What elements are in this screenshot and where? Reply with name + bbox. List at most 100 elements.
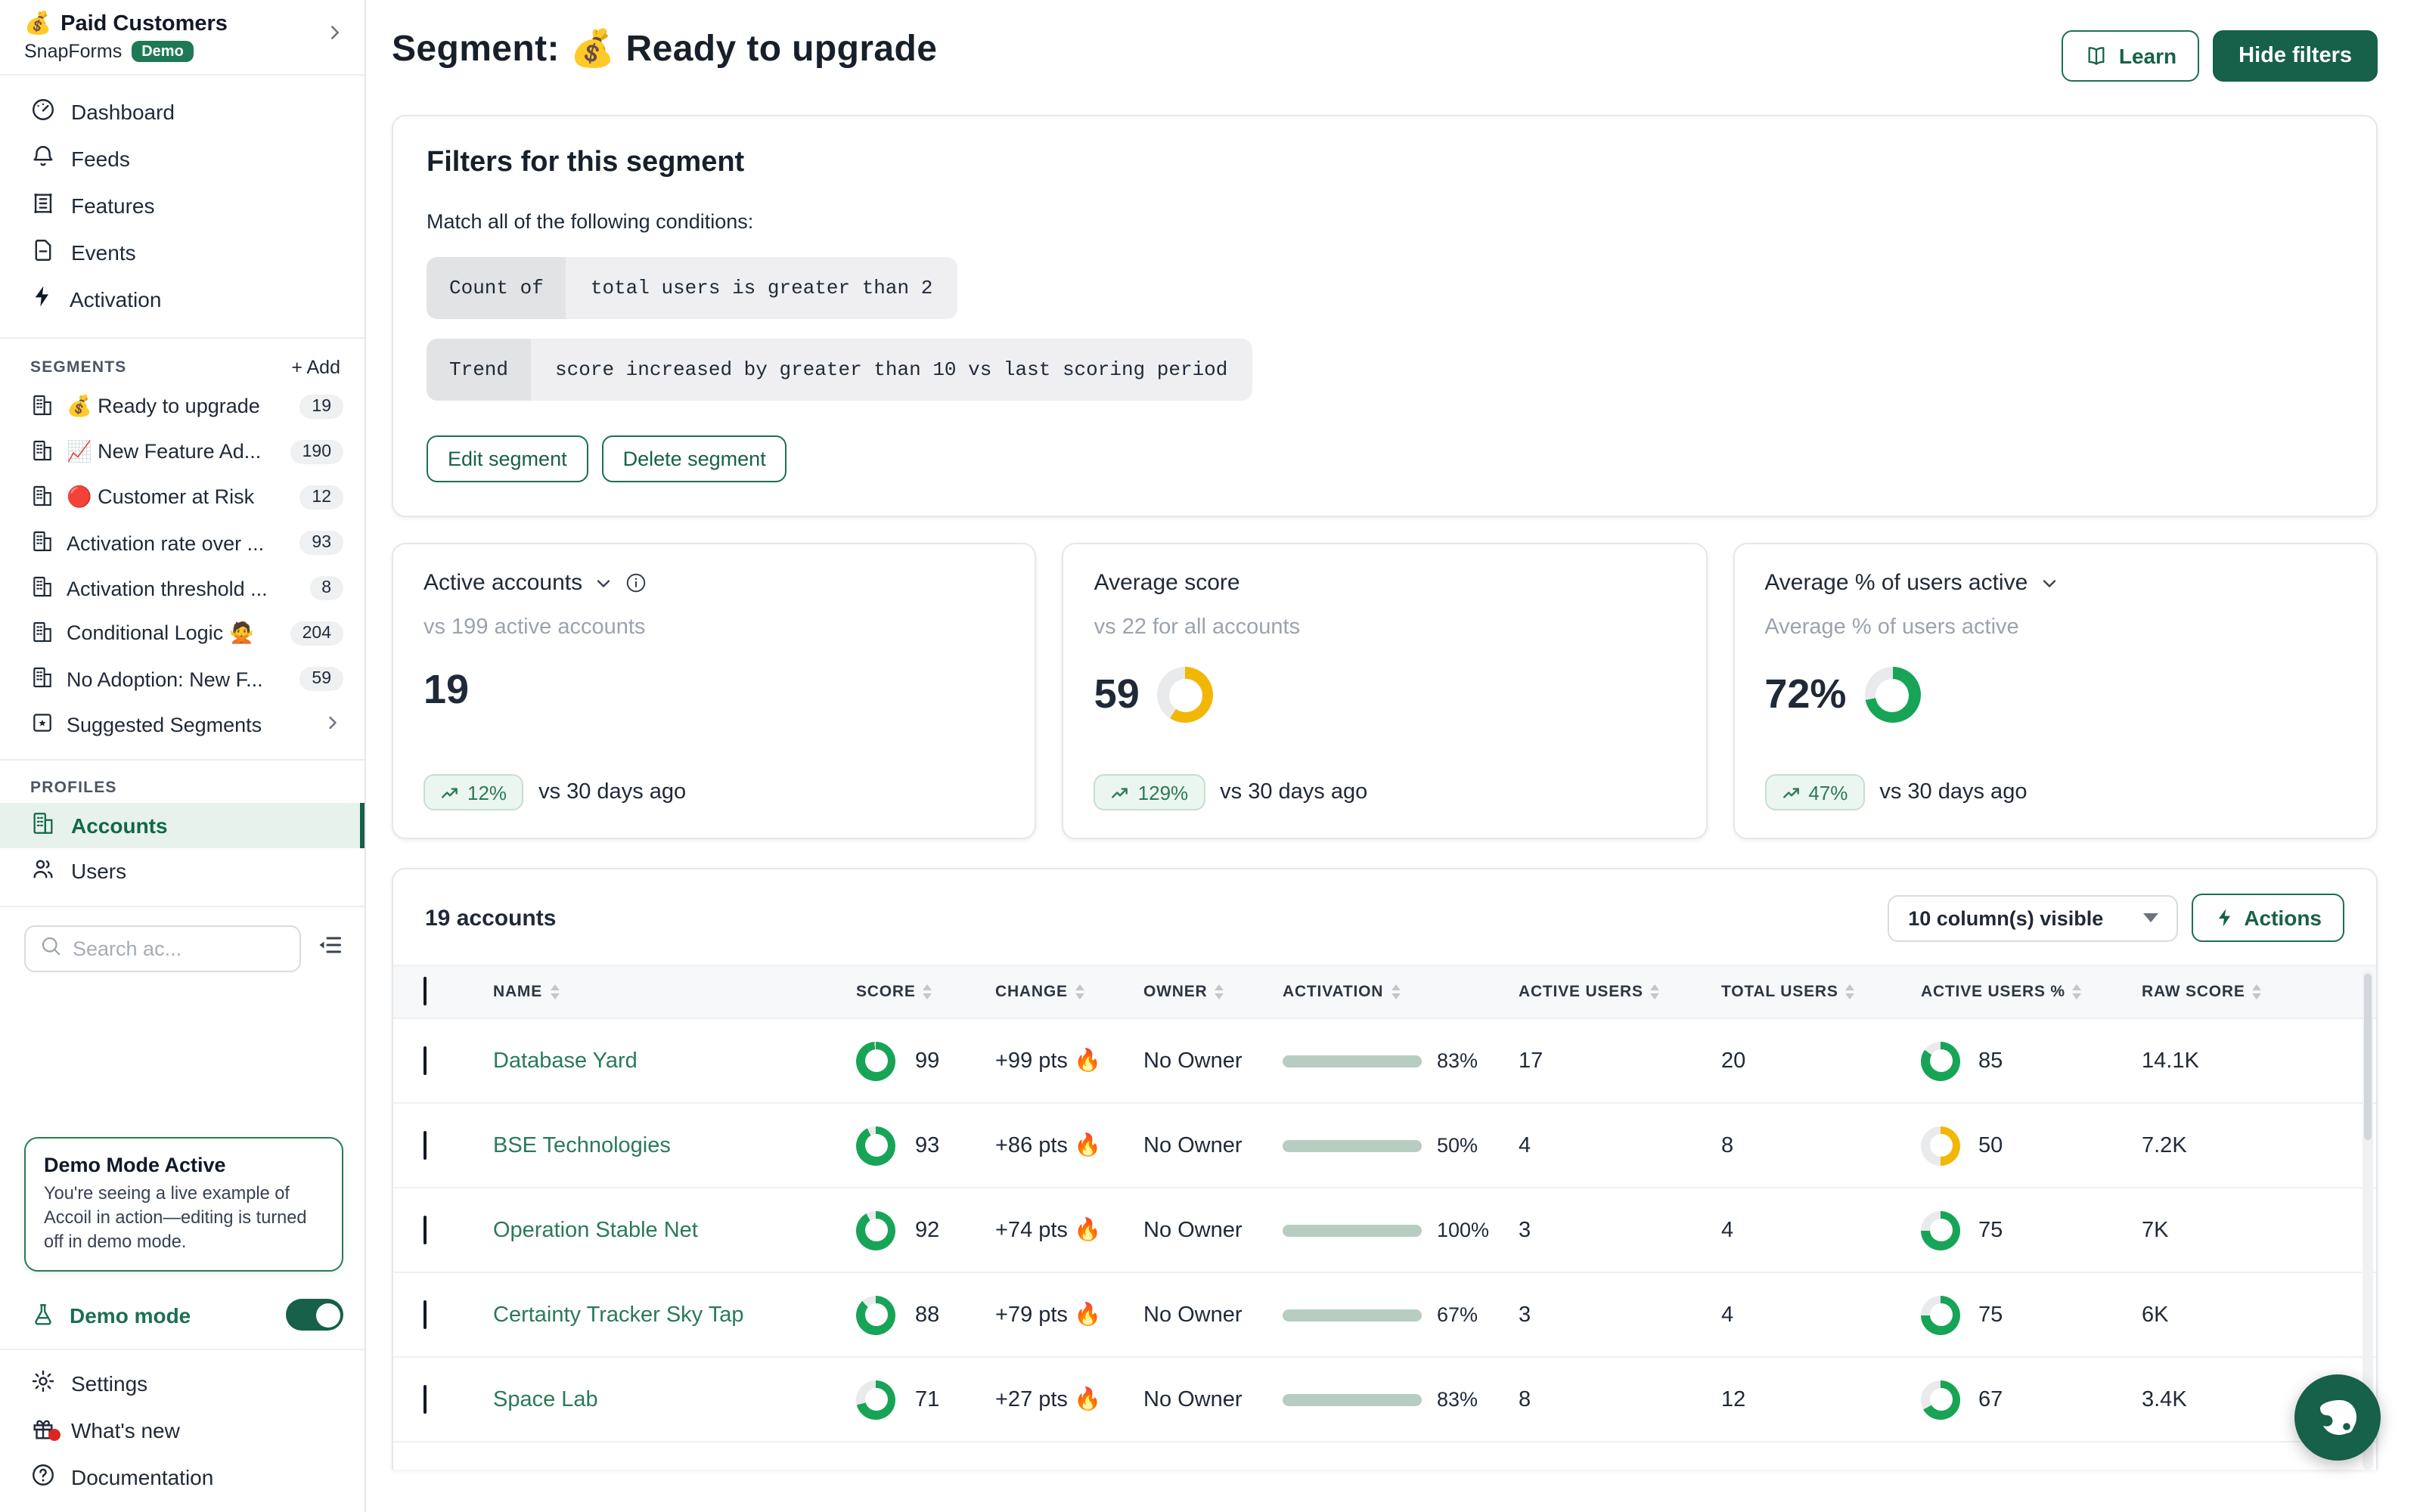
column-header-name[interactable]: NAME [493, 983, 856, 1001]
active-users-pct-value: 50 [1978, 1133, 2003, 1157]
segment-count-badge: 93 [299, 531, 343, 555]
activation-pct: 67% [1437, 1303, 1478, 1326]
column-header-active-users-pct[interactable]: ACTIVE USERS % [1921, 983, 2142, 1001]
actions-button[interactable]: Actions [2191, 894, 2344, 942]
sidebar-item-segment-activation-threshold[interactable]: Activation threshold ... 8 [0, 565, 365, 611]
sidebar-item-features[interactable]: Features [0, 181, 365, 228]
column-header-activation[interactable]: ACTIVATION [1283, 983, 1519, 1001]
nav-label: Documentation [71, 1464, 213, 1489]
owner-value: No Owner [1143, 1387, 1283, 1411]
activation-pct: 83% [1437, 1388, 1478, 1411]
column-header-change[interactable]: CHANGE [995, 983, 1143, 1001]
column-header-raw-score[interactable]: RAW SCORE [2142, 983, 2287, 1001]
account-name-link[interactable]: Database Yard [493, 1049, 638, 1073]
account-name-link[interactable]: BSE Technologies [493, 1133, 671, 1157]
stat-label: Active accounts [424, 570, 582, 596]
column-header-total-users[interactable]: TOTAL USERS [1721, 983, 1921, 1001]
sidebar-item-events[interactable]: Events [0, 228, 365, 275]
stat-card-average-score: Average score vs 22 for all accounts 59 … [1063, 543, 1708, 839]
table-header-row: NAME SCORE CHANGE OWNER ACTIVATION ACTIV… [393, 965, 2376, 1019]
sidebar-item-activation[interactable]: Activation [0, 275, 365, 322]
delete-segment-button[interactable]: Delete segment [602, 435, 787, 482]
score-donut [856, 1041, 895, 1080]
building-icon [30, 574, 54, 603]
workspace-org: SnapForms [24, 41, 122, 62]
trend-value: 129% [1138, 781, 1189, 804]
sidebar-item-settings[interactable]: Settings [0, 1359, 365, 1406]
account-name-link[interactable]: Operation Stable Net [493, 1218, 698, 1242]
scrollbar-thumb[interactable] [2364, 974, 2372, 1140]
chat-widget-button[interactable] [2294, 1374, 2381, 1461]
sidebar-footer-nav: Settings What's new Documentation [0, 1349, 365, 1512]
search-icon [39, 934, 62, 964]
list-filter-icon[interactable] [316, 931, 343, 966]
owner-value: No Owner [1143, 1049, 1283, 1073]
sidebar-item-segment-no-adoption[interactable]: No Adoption: New F... 59 [0, 656, 365, 702]
sidebar-item-suggested-segments[interactable]: Suggested Segments [0, 702, 365, 747]
column-header-score[interactable]: SCORE [856, 983, 995, 1001]
active-users-pct-value: 67 [1978, 1387, 2003, 1411]
segment-count-badge: 204 [290, 621, 343, 646]
search-input[interactable] [73, 937, 286, 960]
sidebar-item-dashboard[interactable]: Dashboard [0, 88, 365, 135]
nav-label: What's new [71, 1418, 180, 1442]
accounts-count: 19 accounts [425, 905, 556, 931]
sidebar-item-segment-conditional-logic[interactable]: Conditional Logic 🙅 204 [0, 611, 365, 656]
sidebar-item-accounts[interactable]: Accounts [0, 803, 365, 848]
chevron-down-icon[interactable] [593, 572, 614, 593]
owner-value: No Owner [1143, 1218, 1283, 1242]
active-users-value: 17 [1519, 1049, 1721, 1073]
chevron-right-icon[interactable] [324, 21, 346, 51]
building-icon [30, 528, 54, 557]
score-value: 93 [915, 1133, 939, 1157]
profiles-title: PROFILES [30, 779, 117, 797]
info-icon[interactable] [625, 572, 647, 594]
sidebar-item-segment-activation-rate[interactable]: Activation rate over ... 93 [0, 520, 365, 565]
row-checkbox[interactable] [424, 1215, 427, 1244]
score-value: 92 [915, 1218, 939, 1242]
sidebar-item-segment-new-feature[interactable]: 📈 New Feature Ad... 190 [0, 429, 365, 475]
demo-mode-toggle[interactable] [286, 1299, 343, 1331]
raw-score-value: 3.4K [2142, 1387, 2287, 1411]
chevron-down-icon[interactable] [2038, 572, 2059, 593]
features-icon [30, 190, 56, 220]
sidebar-item-feeds[interactable]: Feeds [0, 135, 365, 181]
workspace-header[interactable]: 💰 Paid Customers SnapForms Demo [0, 0, 365, 76]
book-icon [2084, 44, 2108, 68]
sidebar-item-users[interactable]: Users [0, 848, 365, 894]
gauge-icon [30, 96, 56, 126]
sidebar-item-whats-new[interactable]: What's new [0, 1406, 365, 1453]
sort-icon [1391, 984, 1400, 999]
row-checkbox[interactable] [424, 1300, 427, 1328]
hide-filters-button[interactable]: Hide filters [2213, 30, 2378, 82]
nav-label: Dashboard [71, 99, 175, 123]
sidebar-item-segment-customer-at-risk[interactable]: 🔴 Customer at Risk 12 [0, 475, 365, 520]
edit-segment-button[interactable]: Edit segment [427, 435, 588, 482]
building-icon [30, 665, 54, 693]
condition-type: Trend [427, 339, 531, 401]
columns-visible-dropdown[interactable]: 10 column(s) visible [1887, 894, 2177, 941]
account-name-link[interactable]: Space Lab [493, 1387, 598, 1411]
table-row: BSE Technologies 93 +86 pts 🔥 No Owner 5… [393, 1104, 2376, 1188]
active-users-pct-donut [1921, 1295, 1960, 1334]
trend-note: vs 30 days ago [1220, 780, 1367, 804]
trend-value: 12% [467, 781, 507, 804]
stat-subtext: vs 199 active accounts [424, 615, 1005, 640]
select-all-checkbox[interactable] [424, 977, 427, 1005]
column-header-active-users[interactable]: ACTIVE USERS [1519, 983, 1721, 1001]
sidebar-item-documentation[interactable]: Documentation [0, 1453, 365, 1500]
learn-button[interactable]: Learn [2062, 30, 2199, 82]
account-name-link[interactable]: Certainty Tracker Sky Tap [493, 1303, 744, 1327]
sidebar-item-segment-ready-to-upgrade[interactable]: 💰 Ready to upgrade 19 [0, 384, 365, 429]
row-checkbox[interactable] [424, 1046, 427, 1074]
trending-up-icon [1781, 782, 1801, 802]
search-box[interactable] [24, 925, 301, 972]
file-icon [30, 237, 56, 267]
column-header-owner[interactable]: OWNER [1143, 983, 1283, 1001]
row-checkbox[interactable] [424, 1384, 427, 1413]
accoil-logo-icon [2313, 1393, 2362, 1442]
add-segment-button[interactable]: + Add [291, 357, 340, 378]
profiles-section-header: PROFILES [0, 761, 365, 803]
flame-icon: 🔥 [1074, 1049, 1101, 1074]
row-checkbox[interactable] [424, 1130, 427, 1159]
